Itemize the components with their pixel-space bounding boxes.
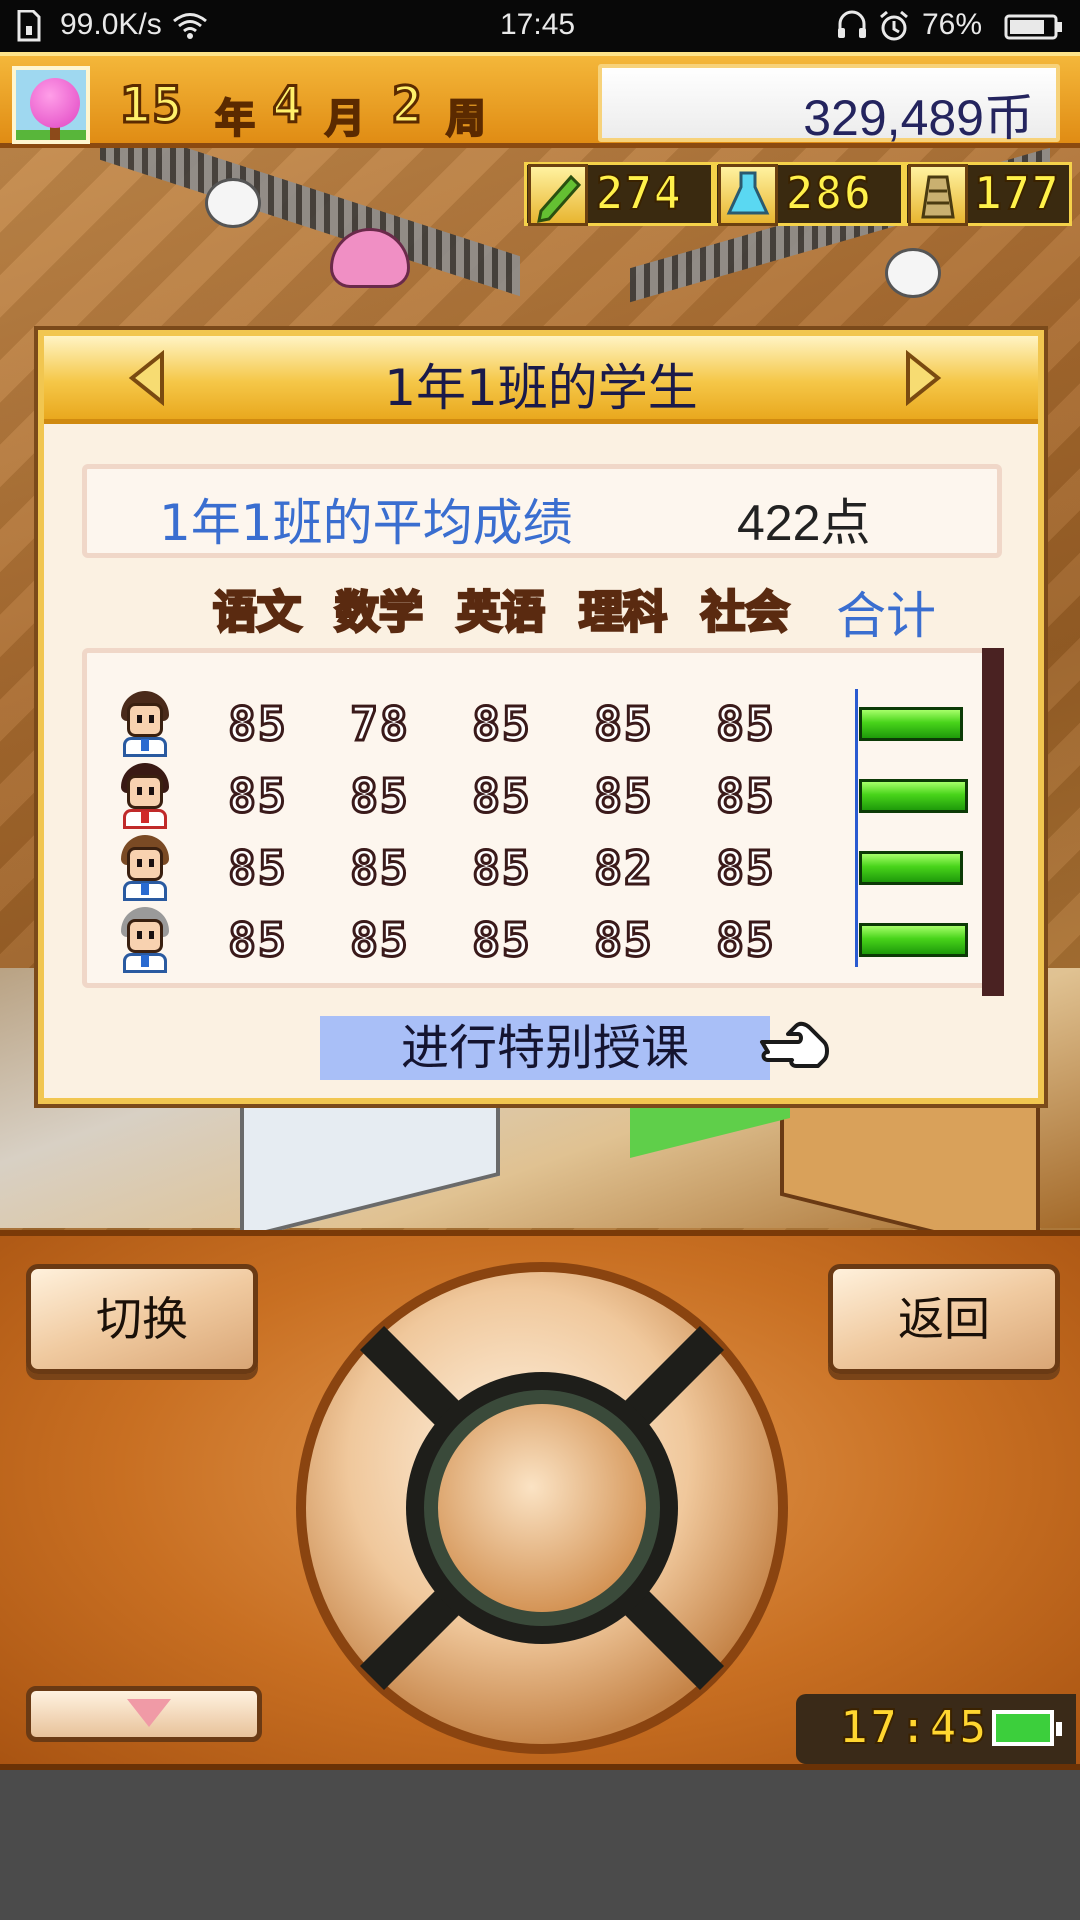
clock-time: 17:45 bbox=[839, 1699, 989, 1755]
subject-header-chinese: 语文 bbox=[212, 586, 303, 640]
score-cell: 85 bbox=[593, 768, 654, 825]
year-unit: 年 bbox=[214, 94, 256, 143]
back-button[interactable]: 返回 bbox=[828, 1264, 1060, 1374]
score-cell: 82 bbox=[593, 840, 654, 897]
network-speed: 99.0K/s bbox=[60, 8, 162, 41]
student-avatar bbox=[117, 763, 173, 829]
pencil-value: 274 bbox=[595, 165, 683, 221]
total-header: 合计 bbox=[836, 587, 936, 645]
month-value: 4 bbox=[270, 75, 305, 136]
pencil-icon bbox=[528, 164, 588, 226]
score-cell: 85 bbox=[471, 912, 532, 969]
month-unit: 月 bbox=[324, 94, 366, 143]
alarm-icon bbox=[880, 10, 908, 41]
triangle-down-icon bbox=[127, 1699, 171, 1727]
subject-header-science: 理科 bbox=[578, 586, 669, 640]
score-cell: 85 bbox=[227, 912, 288, 969]
resource-bar: 274 286 177 bbox=[524, 162, 1072, 228]
controller-clock: 17:45 bbox=[796, 1694, 1076, 1764]
student-row[interactable]: 85 85 85 82 85 bbox=[87, 831, 987, 903]
average-score-box: 1年1班的平均成绩 422点 bbox=[82, 464, 1002, 558]
subject-header-society: 社会 bbox=[700, 586, 791, 640]
student-row[interactable]: 85 78 85 85 85 bbox=[87, 687, 987, 759]
battery-percent: 76% bbox=[922, 8, 983, 41]
score-cell: 85 bbox=[593, 912, 654, 969]
status-bar: 99.0K/s 17:45 76% bbox=[0, 0, 1080, 52]
score-cell: 85 bbox=[715, 840, 776, 897]
top-hud: 15 年 4 月 2 周 329,489币 bbox=[0, 52, 1080, 148]
year-value: 15 bbox=[118, 75, 185, 136]
class-students-dialog: 1年1班的学生 1年1班的平均成绩 422点 语文 数学 英语 理科 社会 合计… bbox=[38, 330, 1044, 1104]
special-lesson-button[interactable]: 进行特别授课 bbox=[320, 1016, 770, 1080]
student-row[interactable]: 85 85 85 85 85 bbox=[87, 903, 987, 975]
battery-icon bbox=[992, 1710, 1062, 1746]
total-score-bar bbox=[859, 707, 963, 741]
score-cell: 85 bbox=[715, 768, 776, 825]
cherry-tree-icon[interactable] bbox=[12, 66, 90, 144]
average-label: 1年1班的平均成绩 bbox=[159, 494, 573, 552]
battery-icon bbox=[1004, 14, 1062, 40]
score-cell: 85 bbox=[471, 768, 532, 825]
pointing-hand-icon bbox=[760, 1021, 829, 1068]
flask-icon bbox=[718, 164, 778, 226]
average-value: 422点 bbox=[737, 495, 871, 551]
subject-header-english: 英语 bbox=[456, 586, 547, 640]
money-value: 329,489币 bbox=[803, 90, 1034, 146]
dialog-title: 1年1班的学生 bbox=[384, 359, 698, 417]
arrow-right-icon[interactable] bbox=[904, 350, 944, 406]
scores-scrollbar[interactable] bbox=[982, 648, 1004, 996]
virtual-controller: 切换 返回 17:45 bbox=[0, 1230, 1080, 1770]
student-avatar bbox=[117, 835, 173, 901]
sim-card-icon bbox=[17, 10, 41, 42]
score-cell: 85 bbox=[593, 696, 654, 753]
score-cell: 85 bbox=[715, 696, 776, 753]
status-time: 17:45 bbox=[500, 8, 576, 41]
subject-header-math: 数学 bbox=[334, 586, 425, 640]
trophy-value: 177 bbox=[973, 165, 1061, 221]
chicken-decoration bbox=[885, 248, 941, 298]
score-cell: 85 bbox=[227, 696, 288, 753]
score-cell: 85 bbox=[227, 768, 288, 825]
total-score-bar bbox=[859, 851, 963, 885]
dialog-header: 1年1班的学生 bbox=[44, 336, 1038, 424]
headphones-icon bbox=[838, 10, 866, 38]
week-unit: 周 bbox=[445, 94, 487, 143]
total-score-bar bbox=[859, 923, 968, 957]
menu-toggle-button[interactable] bbox=[26, 1686, 262, 1742]
score-cell: 85 bbox=[471, 840, 532, 897]
score-cell: 85 bbox=[349, 840, 410, 897]
fence-decoration bbox=[100, 148, 520, 297]
flask-value: 286 bbox=[785, 165, 873, 221]
score-cell: 85 bbox=[471, 696, 532, 753]
total-score-bar bbox=[859, 779, 968, 813]
switch-button[interactable]: 切换 bbox=[26, 1264, 258, 1374]
student-avatar bbox=[117, 691, 173, 757]
score-cell: 85 bbox=[349, 768, 410, 825]
wifi-icon bbox=[173, 13, 207, 39]
money-display[interactable]: 329,489币 bbox=[598, 64, 1060, 146]
student-avatar bbox=[117, 907, 173, 973]
student-row[interactable]: 85 85 85 85 85 bbox=[87, 759, 987, 831]
trophy-icon bbox=[908, 164, 968, 226]
score-cell: 78 bbox=[349, 696, 410, 753]
chicken-decoration bbox=[205, 178, 261, 228]
score-cell: 85 bbox=[715, 912, 776, 969]
score-cell: 85 bbox=[349, 912, 410, 969]
score-cell: 85 bbox=[227, 840, 288, 897]
student-scores-table: 85 78 85 85 85 85 85 85 85 85 85 85 85 8… bbox=[82, 648, 992, 988]
week-value: 2 bbox=[390, 75, 425, 136]
dpad-control[interactable] bbox=[292, 1258, 792, 1758]
